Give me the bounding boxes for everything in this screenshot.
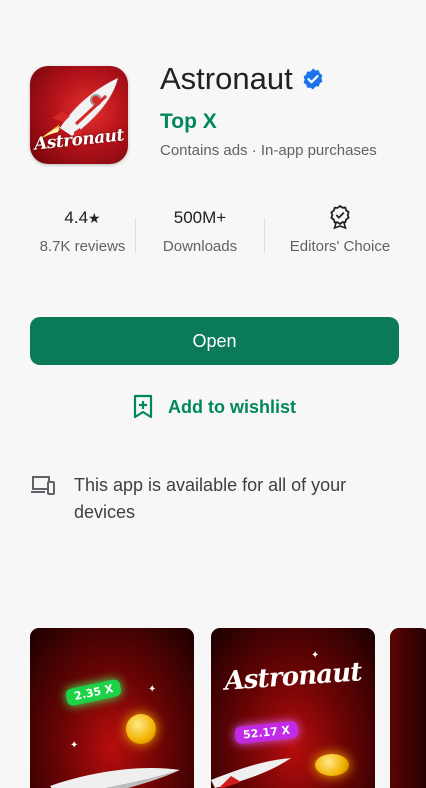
sparkle-icon: ✦ (311, 650, 320, 661)
app-icon[interactable]: Astronaut (30, 66, 128, 164)
downloads-label: Downloads (162, 238, 238, 255)
downloads-value: 500M+ (173, 208, 227, 227)
devices-text: This app is available for all of your de… (74, 475, 347, 522)
ads-info: Contains ads · In-app purchases (160, 142, 377, 159)
editors-choice-stat[interactable]: Editors' Choice (265, 204, 415, 255)
rating-stat[interactable]: 4.4★ 8.7K reviews (30, 204, 135, 255)
screenshot-carousel[interactable]: 2.35 X ✦ ✦ Astronaut 52.17 X ✦ (30, 628, 426, 788)
screenshot-3[interactable] (390, 628, 426, 788)
coin-icon (126, 714, 156, 744)
screenshot-logo: Astronaut (223, 657, 363, 697)
verified-badge-icon (303, 68, 323, 90)
bookmark-add-icon (133, 394, 153, 419)
open-button[interactable]: Open (30, 317, 399, 365)
screenshot-1[interactable]: 2.35 X ✦ ✦ (30, 628, 194, 788)
rocket-icon (50, 768, 180, 788)
app-title-text: Astronaut (160, 61, 293, 96)
rating-value: 4.4★ (64, 204, 100, 232)
app-header: Astronaut Astronaut Top X Contains ads ·… (30, 62, 410, 172)
multiplier-badge: 2.35 X (64, 678, 123, 707)
stats-row: 4.4★ 8.7K reviews 500M+ Downloads Editor… (30, 204, 426, 264)
sparkle-icon: ✦ (148, 684, 157, 695)
rocket-icon (211, 758, 291, 788)
app-title: Astronaut (160, 62, 377, 96)
developer-link[interactable]: Top X (160, 110, 377, 134)
rating-label: 8.7K reviews (39, 238, 126, 255)
devices-icon (31, 476, 55, 495)
rating-number: 4.4 (64, 208, 89, 227)
editors-choice-label: Editors' Choice (289, 238, 391, 255)
wishlist-label: Add to wishlist (168, 396, 296, 417)
editors-choice-badge (328, 204, 352, 232)
star-icon: ★ (88, 210, 101, 226)
title-block: Astronaut Top X Contains ads · In-app pu… (160, 62, 377, 160)
add-to-wishlist-button[interactable]: Add to wishlist (132, 394, 296, 420)
screenshot-2[interactable]: Astronaut 52.17 X ✦ (211, 628, 375, 788)
editors-choice-icon (330, 204, 350, 230)
devices-availability: This app is available for all of your de… (30, 472, 394, 526)
multiplier-badge: 52.17 X (234, 720, 299, 745)
downloads-stat: 500M+ Downloads (136, 204, 264, 255)
